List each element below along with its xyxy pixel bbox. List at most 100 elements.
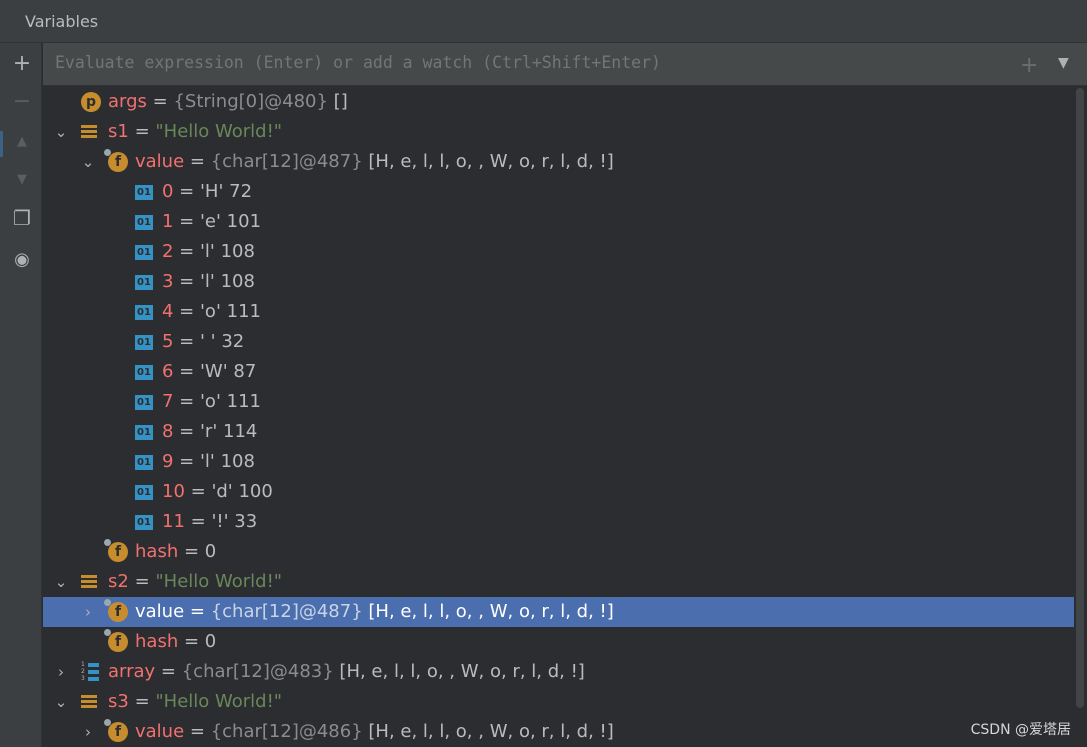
- variable-value: ' ' 32: [199, 331, 245, 352]
- scrollbar-thumb[interactable]: [1076, 88, 1084, 708]
- tree-row[interactable]: 01 2 = 'l' 108: [43, 237, 1074, 267]
- tree-row-text: hash = 0: [135, 541, 217, 562]
- tree-row[interactable]: › f value = {char[12]@486} [H, e, l, l, o,…: [43, 717, 1074, 747]
- lock-icon: [104, 719, 111, 726]
- tree-row[interactable]: 01 4 = 'o' 111: [43, 297, 1074, 327]
- tree-row[interactable]: 01 7 = 'o' 111: [43, 387, 1074, 417]
- chevron-down-icon[interactable]: ▼: [1058, 55, 1069, 71]
- tree-row-text: value = {char[12]@487} [H, e, l, l, o, ,…: [135, 151, 614, 172]
- variable-name: 9: [162, 451, 174, 472]
- tree-row[interactable]: 01 9 = 'l' 108: [43, 447, 1074, 477]
- object-reference: {char[12]@486}: [210, 721, 363, 742]
- variable-value: 'e' 101: [199, 211, 262, 232]
- tree-row[interactable]: f hash = 0: [43, 537, 1074, 567]
- remove-icon[interactable]: −: [8, 87, 36, 115]
- primitive-icon: 01: [135, 455, 153, 470]
- tree-row[interactable]: 01 6 = 'W' 87: [43, 357, 1074, 387]
- object-icon: [81, 125, 97, 139]
- primitive-icon: 01: [135, 245, 153, 260]
- tree-row[interactable]: f hash = 0: [43, 627, 1074, 657]
- move-up-icon[interactable]: ▲: [8, 127, 36, 155]
- primitive-icon: 01: [135, 275, 153, 290]
- tree-row[interactable]: 01 8 = 'r' 114: [43, 417, 1074, 447]
- variable-value: 0: [204, 631, 217, 652]
- field-icon: f: [104, 599, 128, 622]
- tree-row[interactable]: p args = {String[0]@480} []: [43, 87, 1074, 117]
- tree-row[interactable]: 01 11 = '!' 33: [43, 507, 1074, 537]
- object-icon: [81, 575, 97, 589]
- variable-name: 11: [162, 511, 185, 532]
- primitive-icon: 01: [135, 335, 153, 350]
- tree-row[interactable]: 01 0 = 'H' 72: [43, 177, 1074, 207]
- lock-icon: [104, 539, 111, 546]
- array-icon: 123: [81, 661, 99, 683]
- variable-name: 5: [162, 331, 174, 352]
- primitive-icon: 01: [135, 215, 153, 230]
- tree-row[interactable]: 01 5 = ' ' 32: [43, 327, 1074, 357]
- object-reference: {String[0]@480}: [173, 91, 328, 112]
- tree-row-text: 8 = 'r' 114: [162, 421, 258, 442]
- variable-name: 4: [162, 301, 174, 322]
- variable-name: array: [108, 661, 156, 682]
- variable-name: args: [108, 91, 147, 112]
- tree-row-text: 1 = 'e' 101: [162, 211, 262, 232]
- chevron-down-icon[interactable]: ⌄: [54, 117, 68, 147]
- variable-value: 0: [204, 541, 217, 562]
- panel-title: Variables: [25, 12, 99, 31]
- string-value: "Hello World!": [155, 691, 283, 712]
- primitive-icon: 01: [135, 425, 153, 440]
- primitive-icon: 01: [135, 515, 153, 530]
- tree-row[interactable]: 01 10 = 'd' 100: [43, 477, 1074, 507]
- tree-row[interactable]: ⌄ f value = {char[12]@487} [H, e, l, l, o,…: [43, 147, 1074, 177]
- chevron-down-icon[interactable]: ⌄: [54, 567, 68, 597]
- tree-row-text: 7 = 'o' 111: [162, 391, 261, 412]
- view-options-icon[interactable]: ◉: [8, 245, 36, 273]
- toolbar-selection-marker: [0, 131, 3, 157]
- chevron-down-icon[interactable]: ⌄: [81, 147, 95, 177]
- variable-name: value: [135, 151, 185, 172]
- evaluate-expression-input[interactable]: [55, 53, 995, 72]
- tree-row-text: 6 = 'W' 87: [162, 361, 257, 382]
- variable-value: [H, e, l, l, o, , W, o, r, l, d, !]: [368, 721, 614, 742]
- tree-row-text: array = {char[12]@483} [H, e, l, l, o, ,…: [108, 661, 585, 682]
- variable-value: []: [333, 91, 348, 112]
- object-reference: {char[12]@487}: [210, 601, 363, 622]
- tree-row-text: args = {String[0]@480} []: [108, 91, 348, 112]
- add-watch-icon[interactable]: +: [1020, 53, 1038, 78]
- variable-value: 'o' 111: [199, 301, 261, 322]
- tree-row[interactable]: 01 1 = 'e' 101: [43, 207, 1074, 237]
- add-icon[interactable]: +: [8, 49, 36, 77]
- tree-row[interactable]: ⌄ s3 = "Hello World!": [43, 687, 1074, 717]
- tree-row-text: s1 = "Hello World!": [108, 121, 283, 142]
- tree-row-text: 2 = 'l' 108: [162, 241, 255, 262]
- variable-value: 'r' 114: [199, 421, 258, 442]
- chevron-right-icon[interactable]: ›: [81, 717, 95, 747]
- primitive-icon: 01: [135, 365, 153, 380]
- variable-name: 8: [162, 421, 174, 442]
- tree-row-text: s2 = "Hello World!": [108, 571, 283, 592]
- variables-tree: p args = {String[0]@480} [] ⌄ s1 = "Hello W…: [43, 86, 1074, 747]
- tree-row[interactable]: ⌄ s2 = "Hello World!": [43, 567, 1074, 597]
- string-value: "Hello World!": [155, 121, 283, 142]
- tree-row-text: value = {char[12]@486} [H, e, l, l, o, ,…: [135, 721, 614, 742]
- chevron-down-icon[interactable]: ⌄: [54, 687, 68, 717]
- tree-row[interactable]: ⌄ s1 = "Hello World!": [43, 117, 1074, 147]
- variable-name: s1: [108, 121, 129, 142]
- string-value: "Hello World!": [155, 571, 283, 592]
- variable-name: 6: [162, 361, 174, 382]
- tree-row[interactable]: › f value = {char[12]@487} [H, e, l, l, o,…: [43, 597, 1074, 627]
- vertical-scrollbar[interactable]: [1074, 86, 1087, 747]
- tree-row-text: 5 = ' ' 32: [162, 331, 245, 352]
- variable-name: 10: [162, 481, 185, 502]
- copy-icon[interactable]: ❐: [8, 204, 36, 232]
- tree-row[interactable]: › 1 2 3 array = {char[12]@483} [H, e, l, l, …: [43, 657, 1074, 687]
- chevron-right-icon[interactable]: ›: [54, 657, 68, 687]
- primitive-icon: 01: [135, 185, 153, 200]
- tree-row-text: 4 = 'o' 111: [162, 301, 261, 322]
- move-down-icon[interactable]: ▼: [8, 165, 36, 193]
- variable-name: 3: [162, 271, 174, 292]
- chevron-right-icon[interactable]: ›: [81, 597, 95, 627]
- tree-row[interactable]: 01 3 = 'l' 108: [43, 267, 1074, 297]
- primitive-icon: 01: [135, 485, 153, 500]
- tree-row-text: 9 = 'l' 108: [162, 451, 255, 472]
